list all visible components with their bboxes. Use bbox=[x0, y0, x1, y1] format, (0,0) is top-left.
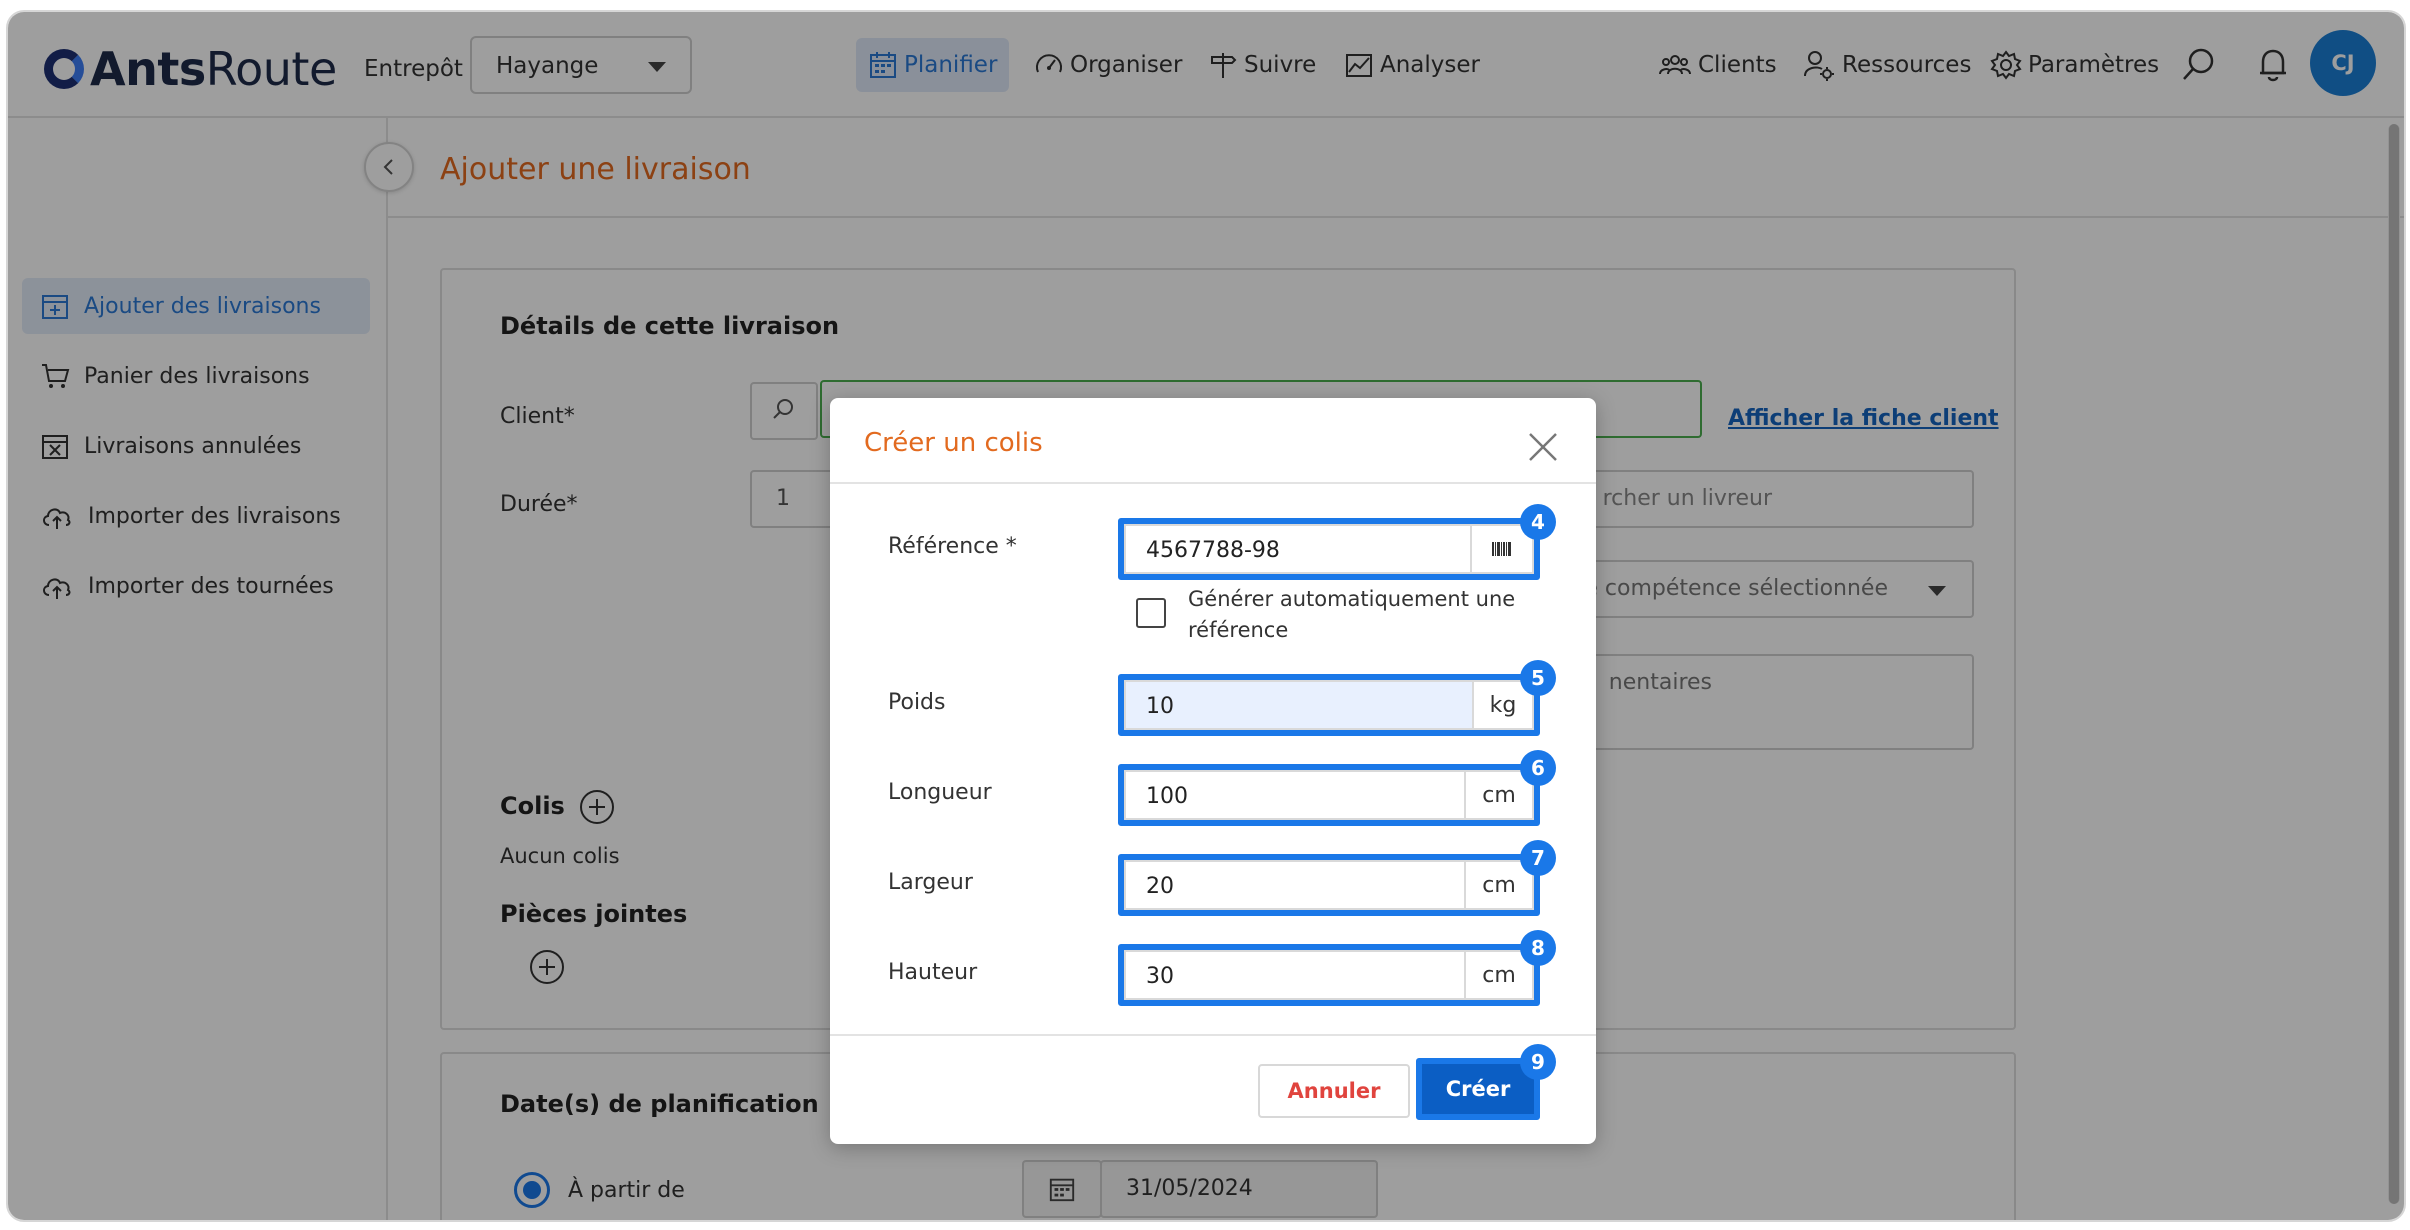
screen: AntsRoute Entrepôt Hayange Planifier Org… bbox=[0, 0, 2410, 1230]
step-badge-7: 7 bbox=[1520, 840, 1556, 876]
reference-field[interactable]: 4567788-98 bbox=[1118, 518, 1540, 580]
height-input[interactable]: 30 bbox=[1124, 950, 1464, 1000]
length-input[interactable]: 100 bbox=[1124, 770, 1464, 820]
cancel-button[interactable]: Annuler bbox=[1258, 1064, 1410, 1118]
step-badge-5: 5 bbox=[1520, 660, 1556, 696]
auto-reference-checkbox[interactable] bbox=[1136, 598, 1166, 628]
length-label: Longueur bbox=[888, 780, 992, 805]
weight-input[interactable]: 10 bbox=[1124, 680, 1472, 730]
create-parcel-modal: Créer un colis Référence * 4567788-98 4 … bbox=[830, 398, 1596, 1144]
modal-header-divider bbox=[830, 482, 1596, 484]
weight-label: Poids bbox=[888, 690, 946, 715]
app-window: AntsRoute Entrepôt Hayange Planifier Org… bbox=[6, 10, 2406, 1222]
height-field[interactable]: 30 cm bbox=[1118, 944, 1540, 1006]
close-icon[interactable] bbox=[1526, 430, 1560, 464]
step-badge-8: 8 bbox=[1520, 930, 1556, 966]
width-label: Largeur bbox=[888, 870, 973, 895]
modal-title: Créer un colis bbox=[864, 428, 1043, 458]
height-label: Hauteur bbox=[888, 960, 978, 985]
width-input[interactable]: 20 bbox=[1124, 860, 1464, 910]
reference-label: Référence * bbox=[888, 534, 1017, 559]
step-badge-4: 4 bbox=[1520, 504, 1556, 540]
step-badge-6: 6 bbox=[1520, 750, 1556, 786]
step-badge-9: 9 bbox=[1520, 1044, 1556, 1080]
modal-footer-divider bbox=[830, 1034, 1596, 1036]
barcode-icon bbox=[1492, 542, 1511, 556]
width-field[interactable]: 20 cm bbox=[1118, 854, 1540, 916]
weight-field[interactable]: 10 kg bbox=[1118, 674, 1540, 736]
auto-reference-label: Générer automatiquement une référence bbox=[1188, 587, 1516, 642]
length-field[interactable]: 100 cm bbox=[1118, 764, 1540, 826]
reference-input[interactable]: 4567788-98 bbox=[1124, 524, 1470, 574]
